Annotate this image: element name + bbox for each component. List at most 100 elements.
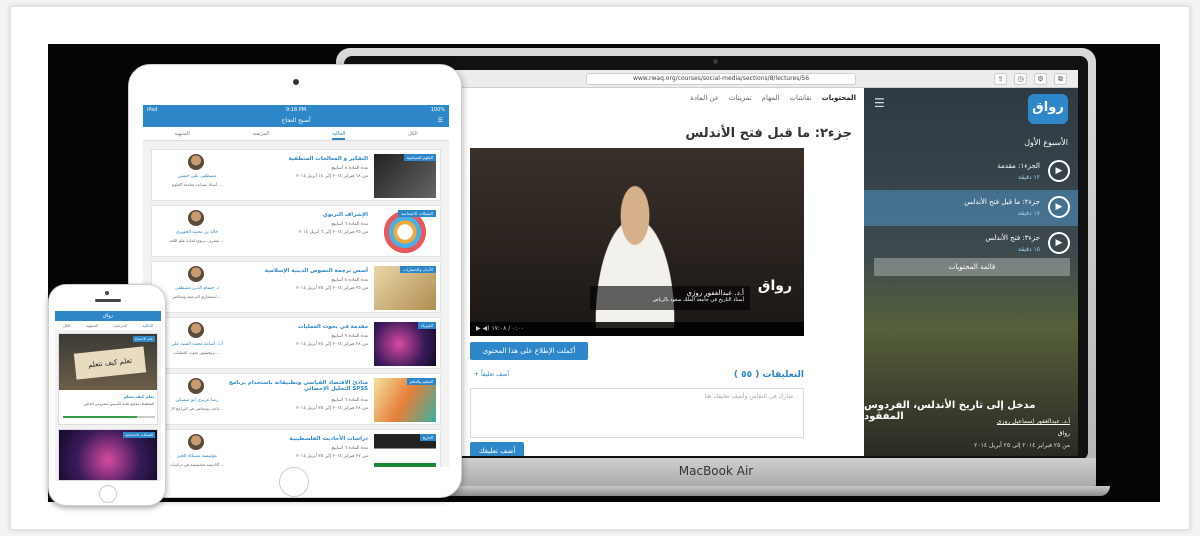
course-duration: مدة المادة ٦ أسابيع [331,446,368,451]
ipad-tabs: الكل الحالية المرتقبة المنتهية [143,127,449,141]
submit-comment-button[interactable]: أضف تعليقك [470,442,524,456]
category-badge: الفيزياء [418,322,436,329]
avatar [188,378,204,394]
progress-bar [63,416,155,418]
thumbnail-sign: تعلم كيف تتعلم [73,346,147,380]
tab-about[interactable]: عن المادة [690,94,719,102]
camera-icon [713,59,718,64]
course-side-panel: رواق ☰ الأسبوع الأول ▶ الجزء١: مقدمة ١٢ … [864,88,1078,456]
play-icon: ▶ [1048,160,1070,182]
caption-name: أ.د. عبدالغفور روزي [686,289,744,297]
play-icon: ▶ [1048,232,1070,254]
camera-icon [105,291,109,295]
tab-finished[interactable]: المنتهية [86,321,98,330]
lesson-item-active[interactable]: ▶ جزء٢: ما قبل فتح الأندلس ١٧ دقيقة [864,190,1078,226]
caption-role: أستاذ التاريخ في جامعة الملك سعود بالريا… [652,297,744,303]
course-dates: من ٢٧ فبراير ٢٠١٤ إلى ٢٥ أبريل ٢٠١٤ [296,454,368,459]
lesson-duration: ١٧ دقيقة [1018,210,1040,217]
course-brand: رواق [1057,430,1070,437]
tab-upcoming[interactable]: المرتقبة [253,127,270,140]
tab-current[interactable]: الحالية [142,321,153,330]
course-card[interactable]: تعلم كيف تتعلم علم الاجتماع تعلم كيف تتع… [58,333,158,425]
tab-upcoming[interactable]: المرتقبة [114,321,127,330]
lesson-title: الجزء١: مقدمة [997,162,1040,170]
lesson-duration: ١٢ دقيقة [1018,174,1040,181]
lesson-item[interactable]: ▶ جزء٣: فتح الأندلس ١٥ دقيقة [864,226,1078,262]
video-logo: رواق [757,278,792,294]
settings-icon[interactable]: ⚙ [1034,73,1047,85]
instructor-role: استشاري الترجمة ومحاضر ... [172,294,222,299]
instructor-name[interactable]: د. حسام الدين مصطفى [160,286,234,291]
volume-icon[interactable]: ◀) [483,325,490,332]
lesson-item[interactable]: ▶ الجزء١: مقدمة ١٢ دقيقة [864,154,1078,190]
iphone-screen: رواق الحالية المرتقبة المنتهية الكل تعلم… [55,311,161,481]
avatar [188,266,204,282]
course-card[interactable]: الشبكات الاجتماعية الإشراف التربوي مدة ا… [151,205,441,257]
category-badge: التاريخ [419,434,436,441]
course-tabs: المحتويات نقاشات المهام تمرينات عن الماد… [690,94,856,102]
app-header: أصبح النجاح ☰ [143,115,449,127]
instructor-name[interactable]: مصطفى علي حسين [160,174,234,179]
rwaq-logo[interactable]: رواق [1028,94,1068,124]
comment-input[interactable]: شارك في النقاش وأضف تعليقك هنا... [470,388,804,438]
share-icon[interactable]: ⇪ [994,73,1007,85]
course-title: مبادئ الاقتصاد القياسي وتطبيقاته باستخدا… [228,380,368,392]
avatar [188,434,204,450]
course-title: أسس ترجمة النصوص الدينية الإسلامية [264,268,368,274]
video-caption: أ.د. عبدالغفور روزي أستاذ التاريخ في جام… [590,286,750,310]
instructor-name[interactable]: رضا عزيزي أبو سميكي [160,398,234,403]
add-comment-link[interactable]: + أضف تعليقاً [474,371,509,378]
comments-title: التعليقات ( ٥٥ ) [733,370,804,380]
course-card[interactable]: الأديان والحضارات أسس ترجمة النصوص الدين… [151,261,441,313]
menu-icon[interactable]: ☰ [874,96,885,110]
instructor-role: مشرف تربوي لمادة علم اللغة ... [169,238,225,243]
mark-complete-button[interactable]: أكملت الإطلاع على هذا المحتوى [470,342,588,360]
course-card[interactable]: التعليم والتعلم مبادئ الاقتصاد القياسي و… [151,373,441,425]
course-dates: من ٢٨ فبراير ٢٠١٤ إلى ٢٨ أبريل ٢٠١٤ [296,342,368,347]
instructor-name[interactable]: أ.د. أسامة محمد السيد علي [160,342,234,347]
tab-exercises[interactable]: تمرينات [729,94,752,102]
course-date: من ٢٥ فبراير ٢٠١٤ إلى ٢٥ أبريل ٢٠١٤ [974,442,1070,449]
course-dates: من ٢٥ فبراير ٢٠١٤ إلى ٢٥ أبريل ٢٠١٤ [296,286,368,291]
tab-all[interactable]: الكل [408,127,417,140]
play-icon: ▶ [1048,196,1070,218]
tab-finished[interactable]: المنتهية [174,127,189,140]
macbook-screen: www.rwaq.org/courses/social-media/sectio… [354,70,1078,456]
course-duration: مدة المادة ٨ أسابيع [331,278,368,283]
lesson-title: جزء٣: فتح الأندلس [985,234,1040,242]
category-badge: التعليم والتعلم [406,378,436,385]
tab-all[interactable]: الكل [63,321,71,330]
course-card[interactable]: العلوم السياسية التفكير و المعالجات المن… [151,149,441,201]
iphone-device: رواق الحالية المرتقبة المنتهية الكل تعلم… [48,284,166,506]
device-label: iPad [147,107,158,113]
history-icon[interactable]: ◷ [1014,73,1027,85]
instructor-name[interactable]: مؤسسة مشكاة الخير [160,454,234,459]
status-bar: iPad 9:18 PM 100% [143,105,449,115]
instructor-name[interactable]: خالد بن محمد الخويري [160,230,234,235]
course-thumbnail: تعلم كيف تتعلم علم الاجتماع [59,334,157,390]
course-card[interactable]: التاريخ دراسات الأحاديث الفلسطينية مدة ا… [151,429,441,467]
tabs-icon[interactable]: ⧉ [1054,73,1067,85]
contents-list-button[interactable]: قائمة المحتويات [874,258,1070,276]
course-card[interactable]: الشبكات الاجتماعية [58,429,158,481]
home-button[interactable] [279,467,309,497]
video-controls[interactable]: ▶ ◀) ٠:٠٠ / ١٧:٠٨ [470,322,804,336]
course-title: الإشراف التربوي [322,212,368,218]
menu-icon[interactable]: ☰ [438,115,443,127]
course-card[interactable]: الفيزياء مقدمة في بحوث العمليات مدة الما… [151,317,441,369]
tab-discussions[interactable]: نقاشات [789,94,811,102]
ipad-screen: iPad 9:18 PM 100% أصبح النجاح ☰ الكل الح… [143,105,449,467]
course-dates: من ١٨ فبراير ٢٠١٤ إلى ١٤ أبريل ٢٠١٤ [296,174,368,179]
video-player[interactable]: أ.د. عبدالغفور روزي أستاذ التاريخ في جام… [470,148,804,336]
play-icon[interactable]: ▶ [476,325,481,332]
ipad-device: iPad 9:18 PM 100% أصبح النجاح ☰ الكل الح… [128,64,462,498]
status-time: 9:18 PM [285,107,307,113]
url-bar[interactable]: www.rwaq.org/courses/social-media/sectio… [586,73,856,85]
instructor-role: باحث ومحاضر في البرامج الإ... [171,406,223,411]
course-author-link[interactable]: أ.د. عبدالغفور إسماعيل روزي [997,418,1070,425]
tab-tasks[interactable]: المهام [762,94,780,102]
lesson-duration: ١٥ دقيقة [1018,246,1040,253]
home-button[interactable] [99,485,117,503]
tab-current[interactable]: الحالية [331,127,346,140]
tab-contents[interactable]: المحتويات [822,94,856,102]
